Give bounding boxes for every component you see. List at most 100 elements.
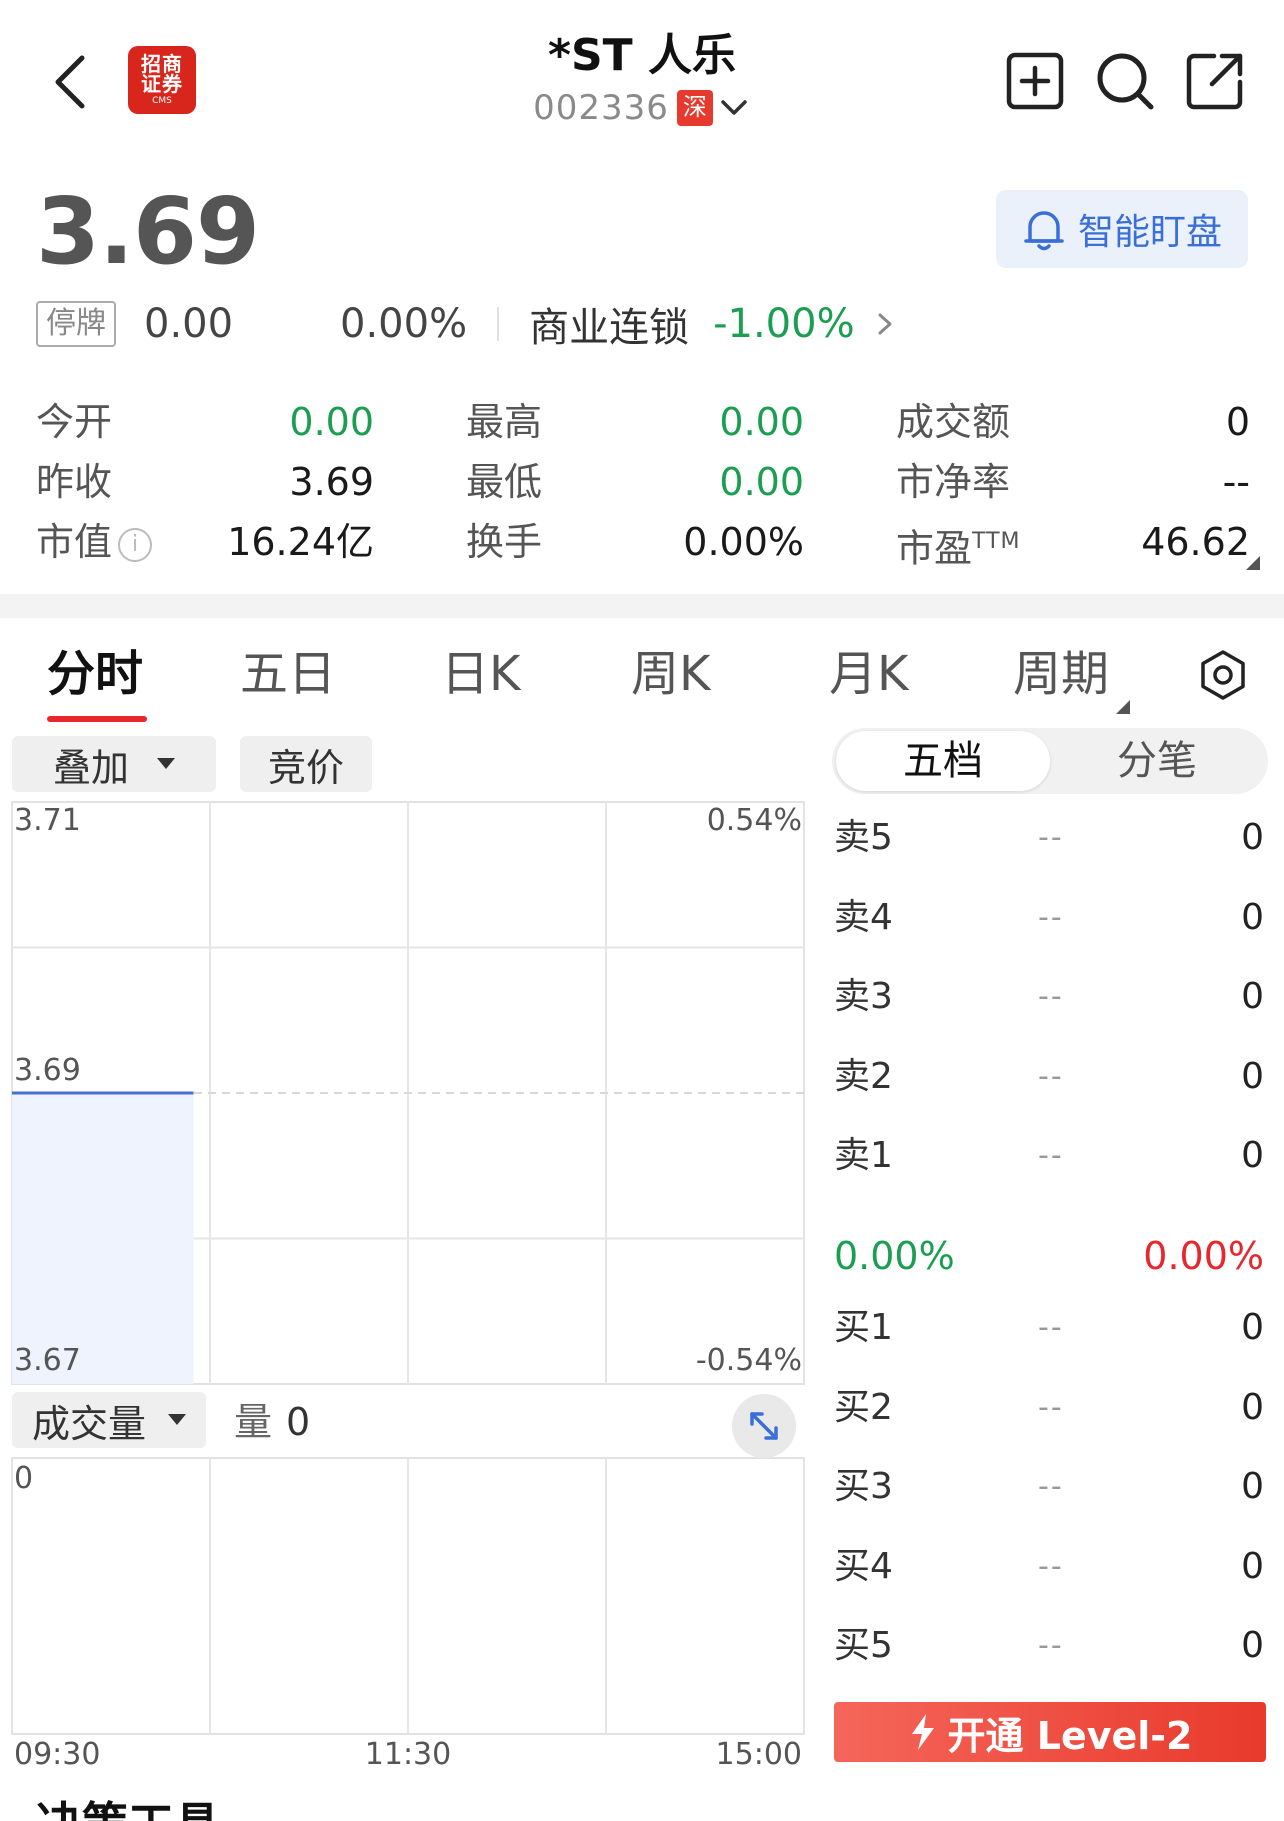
time-axis-tick-label: 15:00 (716, 1737, 802, 1770)
price-change: 0.00 (144, 301, 234, 347)
turnover-value: 0 (1225, 400, 1250, 444)
prev-close-value: 3.69 (289, 460, 374, 504)
volume-axis-top-label: 0 (14, 1461, 33, 1496)
bell-icon (1024, 211, 1064, 251)
stock-title[interactable]: *ST 人乐 002336 深 (442, 28, 842, 128)
quote-row: 今开 0.00 最高 0.00 成交额 0 (36, 392, 1250, 452)
tab-daily-k[interactable]: 日K (441, 636, 520, 712)
section-divider (0, 594, 1284, 618)
pb-label: 市净率 (896, 460, 1011, 504)
bid-level-price: -- (1038, 1310, 1064, 1345)
ask-level-volume: 0 (1241, 817, 1264, 858)
bid-level-row[interactable]: 买2 -- 0 (834, 1378, 1264, 1438)
ask-level-price: -- (1038, 1138, 1064, 1173)
active-tab-indicator (47, 716, 147, 722)
share-icon[interactable] (1184, 50, 1246, 112)
ratio-right: 0.00% (1143, 1234, 1264, 1278)
lightning-icon (911, 1714, 934, 1750)
ask-level-price: -- (1038, 979, 1064, 1014)
price-change-row: 停牌 0.00 0.00% 商业连锁 -1.00% (36, 295, 1256, 353)
expand-chart-icon[interactable] (732, 1394, 796, 1458)
section-title-partial: 决策工具 (36, 1796, 220, 1821)
bid-level-volume: 0 (1241, 1466, 1264, 1507)
bid-level-row[interactable]: 买4 -- 0 (834, 1537, 1264, 1597)
time-axis-tick-label: 11:30 (365, 1737, 451, 1770)
turnover-label: 成交额 (896, 400, 1011, 444)
tab-monthly-k[interactable]: 月K (829, 636, 908, 712)
tab-intraday[interactable]: 分时 (47, 636, 143, 712)
bid-level-label: 买4 (834, 1545, 893, 1587)
ask-level-price: -- (1038, 1058, 1064, 1094)
ask-level-row[interactable]: 卖2 -- 0 (834, 1047, 1264, 1107)
add-watchlist-icon[interactable] (1004, 50, 1066, 112)
ask-level-price: -- (1038, 899, 1064, 935)
intraday-chart[interactable]: 3.71 3.69 3.67 0.54% -0.54% 0 09:30 11:30 15:00 (0, 790, 820, 1770)
turnover-rate-value: 0.00% (683, 520, 804, 564)
current-price: 3.69 (36, 178, 260, 285)
corner-mark-icon (1116, 700, 1130, 714)
tab-five-day[interactable]: 五日 (240, 636, 336, 712)
settings-hexagon-icon[interactable] (1196, 648, 1250, 702)
ask-level-volume: 0 (1241, 896, 1264, 938)
tab-tick-by-tick[interactable]: 分笔 (1050, 731, 1264, 791)
broker-logo[interactable]: 招商 证券 CMS (128, 46, 196, 114)
chevron-right-icon[interactable] (875, 309, 895, 339)
tab-period[interactable]: 周期 (1013, 636, 1109, 712)
bid-level-volume: 0 (1241, 1307, 1264, 1348)
bid-level-row[interactable]: 买1 -- 0 (834, 1298, 1264, 1358)
volume-indicator-dropdown[interactable]: 成交量 (12, 1392, 206, 1448)
bid-level-row[interactable]: 买3 -- 0 (834, 1457, 1264, 1517)
ask-level-row[interactable]: 卖1 -- 0 (834, 1126, 1264, 1186)
smart-monitor-label: 智能盯盘 (1077, 212, 1222, 253)
price-change-pct: 0.00% (340, 301, 468, 347)
ask-level-volume: 0 (1241, 1055, 1264, 1097)
status-badge: 停牌 (36, 301, 116, 347)
sector-link[interactable]: 商业连锁 (529, 295, 689, 353)
pe-label: 市盈TTM (896, 526, 1021, 571)
overlay-dropdown[interactable]: 叠加 (12, 736, 216, 792)
open-level2-button[interactable]: 开通 Level-2 (834, 1702, 1266, 1762)
low-value: 0.00 (719, 460, 804, 504)
ask-level-row[interactable]: 卖3 -- 0 (834, 967, 1264, 1027)
market-cap-label[interactable]: 市值 i (36, 512, 153, 572)
quote-row: 市值 i 16.24亿 换手 0.00% 市盈TTM 46.62 (36, 512, 1250, 572)
high-label: 最高 (466, 400, 543, 444)
stock-code: 002336 (533, 88, 669, 128)
bid-level-label: 买3 (834, 1466, 893, 1507)
chevron-down-icon[interactable] (717, 93, 751, 123)
ask-level-price: -- (1038, 820, 1064, 855)
volume-readout-label: 量 (234, 1400, 273, 1444)
info-icon[interactable]: i (118, 527, 153, 562)
ask-level-row[interactable]: 卖5 -- 0 (834, 808, 1264, 868)
chart-tabs: 分时 五日 日K 周K 月K 周期 (0, 636, 1284, 726)
volume-readout-value: 0 (286, 1400, 311, 1444)
back-arrow-icon[interactable] (48, 52, 92, 112)
pct-axis-top-label: 0.54% (707, 803, 802, 838)
market-badge: 深 (676, 90, 713, 126)
prev-close-label: 昨收 (36, 460, 113, 504)
quote-row: 昨收 3.69 最低 0.00 市净率 -- (36, 452, 1250, 512)
bid-level-label: 买2 (834, 1386, 893, 1428)
auction-button[interactable]: 竞价 (240, 736, 372, 792)
bid-level-row[interactable]: 买5 -- 0 (834, 1616, 1264, 1676)
sector-pct[interactable]: -1.00% (713, 301, 855, 347)
bid-level-price: -- (1038, 1548, 1064, 1584)
tab-weekly-k[interactable]: 周K (631, 636, 710, 712)
low-label: 最低 (466, 460, 543, 504)
search-icon[interactable] (1094, 50, 1156, 112)
bid-level-price: -- (1038, 1628, 1064, 1663)
corner-mark-icon (1246, 556, 1260, 570)
price-axis-bottom-label: 3.67 (14, 1343, 81, 1378)
ratio-left: 0.00% (834, 1234, 955, 1278)
chart-marks (12, 1091, 194, 1384)
bid-level-volume: 0 (1241, 1545, 1264, 1587)
order-ratio-row: 0.00% 0.00% (834, 1226, 1264, 1286)
tab-five-levels[interactable]: 五档 (836, 731, 1050, 791)
ask-level-label: 卖3 (834, 976, 893, 1017)
ask-level-label: 卖2 (834, 1055, 893, 1097)
price-axis-top-label: 3.71 (14, 803, 81, 838)
bid-level-price: -- (1038, 1389, 1064, 1425)
smart-monitor-button[interactable]: 智能盯盘 (996, 190, 1248, 268)
ask-level-row[interactable]: 卖4 -- 0 (834, 888, 1264, 948)
bid-level-volume: 0 (1241, 1625, 1264, 1666)
